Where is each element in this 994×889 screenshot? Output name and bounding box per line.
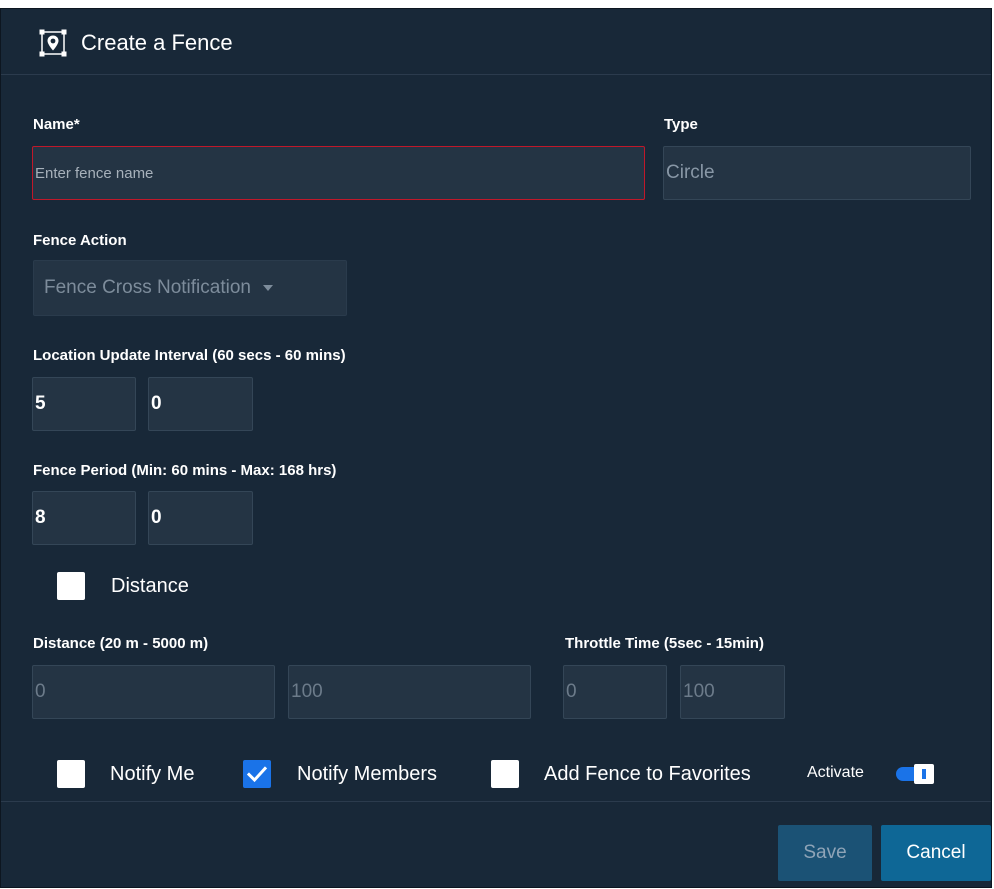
distance-label: Distance (20 m - 5000 m) <box>33 635 209 652</box>
fence-action-label: Fence Action <box>33 232 127 249</box>
dialog-title: Create a Fence <box>81 30 233 55</box>
map-pin-frame-icon <box>39 29 67 57</box>
dialog-footer: Save Cancel <box>1 801 991 889</box>
distance-checkbox-label: Distance <box>111 575 189 597</box>
location-interval-second-input[interactable] <box>148 377 253 431</box>
location-interval-label: Location Update Interval (60 secs - 60 m… <box>33 347 346 364</box>
notify-me-label: Notify Me <box>110 763 195 785</box>
notify-members-label: Notify Members <box>297 763 438 785</box>
fence-name-input[interactable] <box>32 146 645 200</box>
dialog-header: Create a Fence <box>1 9 991 75</box>
activate-label: Activate <box>807 764 864 781</box>
checkmark-icon <box>246 766 268 783</box>
caret-down-icon <box>262 285 273 291</box>
distance-max-input[interactable] <box>288 665 531 719</box>
activate-toggle[interactable] <box>896 764 934 784</box>
save-button[interactable]: Save <box>778 825 872 881</box>
throttle-time-max-input[interactable] <box>680 665 785 719</box>
add-to-favorites-checkbox[interactable] <box>491 760 519 788</box>
distance-min-input[interactable] <box>32 665 275 719</box>
type-field: Circle <box>663 146 971 200</box>
notify-members-checkbox[interactable] <box>243 760 271 788</box>
location-interval-first-input[interactable] <box>32 377 136 431</box>
name-label: Name* <box>33 116 80 133</box>
fence-period-second-input[interactable] <box>148 491 253 545</box>
type-label: Type <box>664 116 698 133</box>
throttle-time-label: Throttle Time (5sec - 15min) <box>565 635 764 652</box>
fence-action-dropdown[interactable]: Fence Cross Notification <box>33 260 347 316</box>
cancel-button[interactable]: Cancel <box>881 825 991 881</box>
fence-action-selected: Fence Cross Notification <box>44 277 251 298</box>
fence-period-label: Fence Period (Min: 60 mins - Max: 168 hr… <box>33 462 337 479</box>
fence-period-first-input[interactable] <box>32 491 136 545</box>
notify-me-checkbox[interactable] <box>57 760 85 788</box>
throttle-time-min-input[interactable] <box>563 665 667 719</box>
add-to-favorites-label: Add Fence to Favorites <box>544 763 751 785</box>
distance-checkbox[interactable] <box>57 572 85 600</box>
create-fence-dialog: Create a Fence Name* Type Circle Fence A… <box>0 8 992 888</box>
